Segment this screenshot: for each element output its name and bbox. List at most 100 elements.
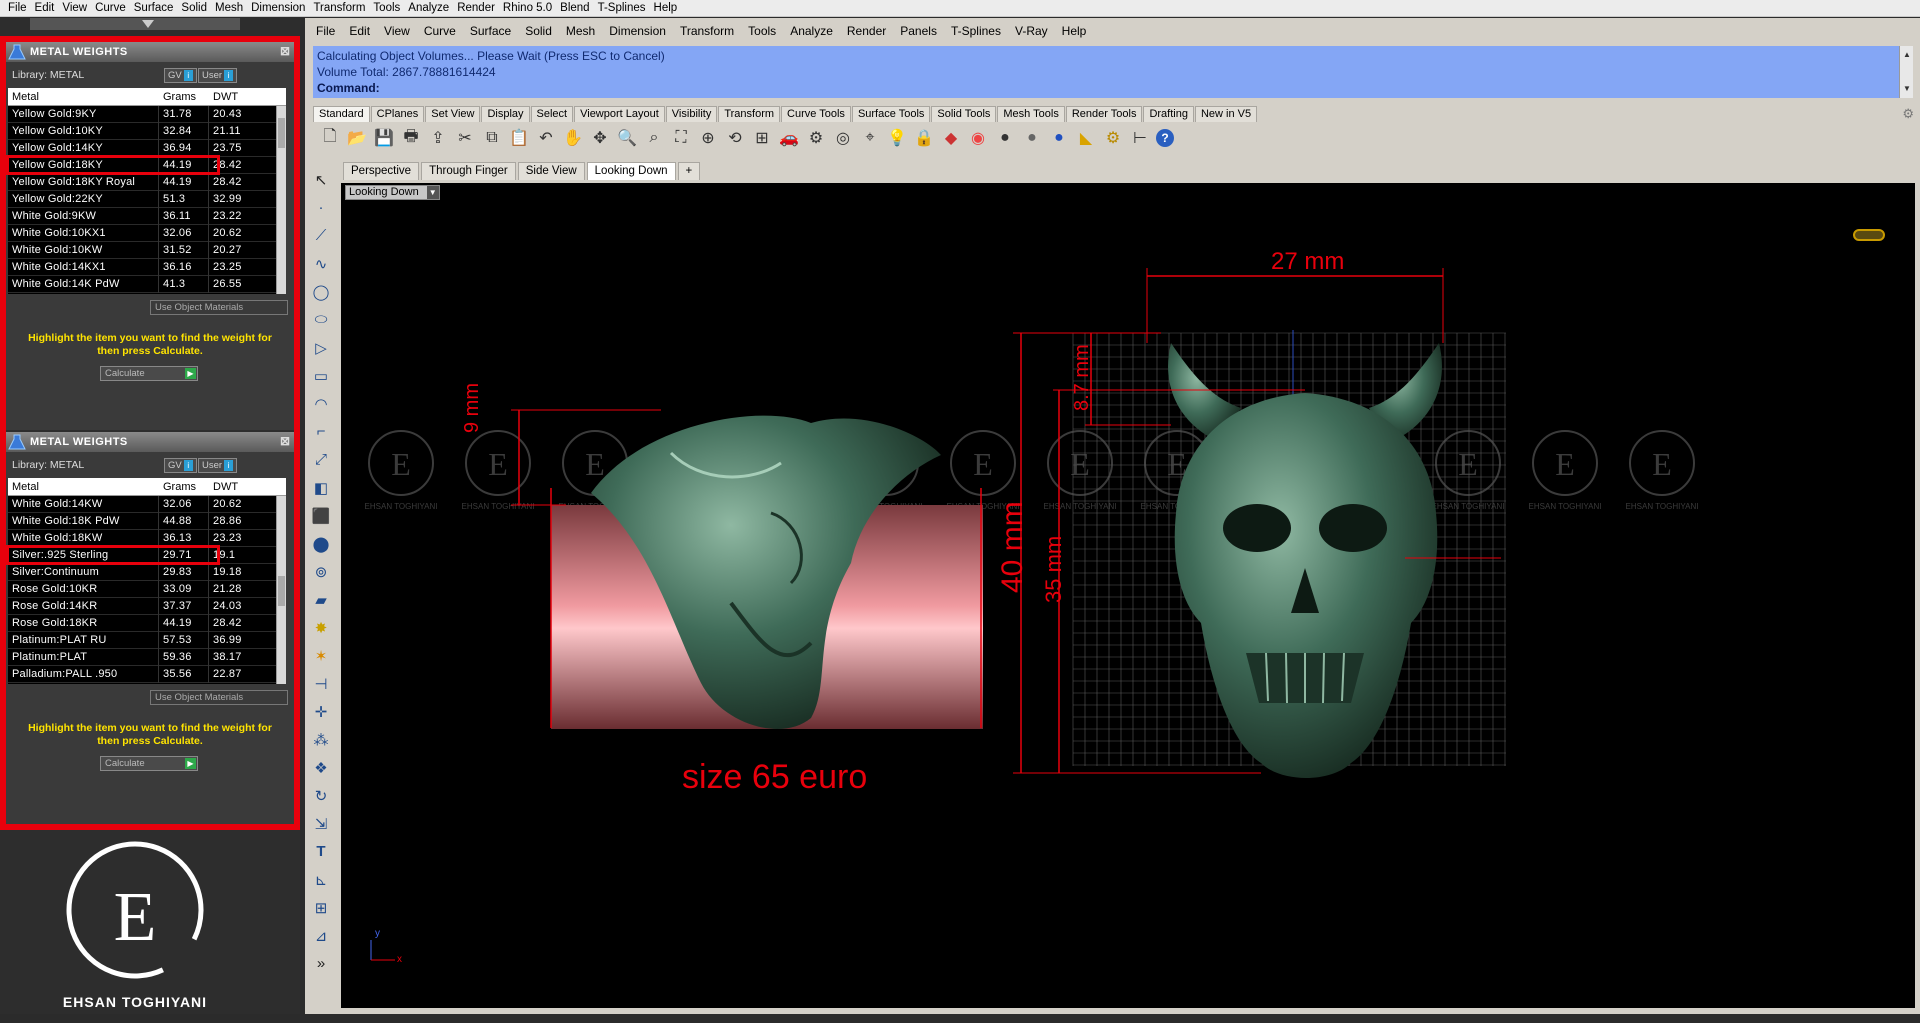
gv-button[interactable]: GV i	[164, 458, 197, 473]
table-row[interactable]: White Gold:14KX1 36.16 23.25	[8, 258, 286, 276]
gv-button[interactable]: GV i	[164, 68, 197, 83]
add-viewport-icon[interactable]: +	[677, 162, 701, 180]
toolbar-tab[interactable]: Select	[530, 106, 574, 122]
calculate-button[interactable]: Calculate ▶	[100, 366, 198, 381]
app-menu-item[interactable]: Analyze	[404, 2, 453, 14]
app-menu-item[interactable]: Render	[453, 2, 499, 14]
viewport-tab[interactable]: Looking Down	[586, 162, 676, 180]
table-row[interactable]: Yellow Gold:9KY 31.78 20.43	[8, 105, 286, 123]
light-bulb-icon[interactable]: 💡	[886, 127, 908, 149]
toolbar-tab[interactable]: Mesh Tools	[997, 106, 1065, 122]
scroll-up-icon[interactable]: ▲	[1903, 50, 1911, 59]
grid-snap-icon[interactable]: ⊞	[309, 896, 333, 919]
copy-icon[interactable]: ⧉	[481, 127, 503, 149]
new-file-icon[interactable]: 🗋	[319, 127, 341, 149]
toolbar-tab[interactable]: Standard	[313, 106, 370, 122]
table-row[interactable]: Platinum:PLAT 59.36 38.17	[8, 648, 286, 666]
viewport-tab[interactable]: Through Finger	[421, 162, 516, 180]
command-prompt[interactable]: Command:	[317, 80, 1895, 96]
toolbar-tab[interactable]: Solid Tools	[931, 106, 997, 122]
app-menu-item[interactable]: Solid	[177, 2, 211, 14]
close-icon[interactable]: ⊠	[280, 434, 290, 448]
rhino-menu-item[interactable]: V-Ray	[1008, 24, 1055, 38]
toolbar-tab[interactable]: CPlanes	[370, 106, 425, 122]
help-icon[interactable]: ?	[1156, 129, 1174, 147]
column-header[interactable]: Metal	[8, 91, 159, 103]
boolean-icon[interactable]: ✸	[309, 616, 333, 639]
undo-icon[interactable]: ↶	[535, 127, 557, 149]
toolbar-tab[interactable]: Drafting	[1143, 106, 1194, 122]
command-scrollbar[interactable]: ▲ ▼	[1899, 46, 1913, 98]
rotate-icon[interactable]: ↻	[309, 784, 333, 807]
app-menu-item[interactable]: Tools	[369, 2, 404, 14]
table-row[interactable]: White Gold:10KW 31.52 20.27	[8, 241, 286, 259]
rhino-menu-item[interactable]: Mesh	[559, 24, 602, 38]
zoom-extents-icon[interactable]: ⛶	[670, 127, 692, 149]
sidebar-slider-track[interactable]	[30, 18, 240, 30]
rhino-menu-item[interactable]: View	[377, 24, 417, 38]
panel-title-bar[interactable]: METAL WEIGHTS ⊠	[6, 432, 294, 452]
move-icon[interactable]: ✛	[309, 700, 333, 723]
column-header[interactable]: Grams	[159, 481, 209, 493]
dimension-icon[interactable]: ⊢	[1129, 127, 1151, 149]
transform-icon[interactable]: ⤢	[309, 448, 333, 471]
snap-icon[interactable]: ⌖	[859, 127, 881, 149]
car-icon[interactable]: 🚗	[778, 127, 800, 149]
table-row[interactable]: White Gold:10KX1 32.06 20.62	[8, 224, 286, 242]
table-row[interactable]: Palladium:PALL .950 35.56 22.87	[8, 665, 286, 683]
rhino-menu-item[interactable]: Surface	[463, 24, 518, 38]
more-tools-icon[interactable]: »	[309, 952, 333, 975]
analyze-icon[interactable]: ⊿	[309, 924, 333, 947]
surface-icon[interactable]: ◧	[309, 476, 333, 499]
point-icon[interactable]: ·	[309, 196, 333, 219]
pan-hand-icon[interactable]: ✋	[562, 127, 584, 149]
table-row[interactable]: Rose Gold:10KR 33.09 21.28	[8, 580, 286, 598]
rhino-menu-item[interactable]: Dimension	[602, 24, 673, 38]
use-object-materials-button[interactable]: Use Object Materials	[150, 300, 288, 315]
toolbar-tab[interactable]: Render Tools	[1065, 106, 1143, 122]
color-wheel-icon[interactable]: ◉	[967, 127, 989, 149]
toolbar-tab[interactable]: Viewport Layout	[574, 106, 665, 122]
navigation-widget-icon[interactable]	[1853, 229, 1885, 241]
table-row[interactable]: Platinum:PLAT RU 57.53 36.99	[8, 631, 286, 649]
curve-icon[interactable]: ∿	[309, 252, 333, 275]
text-icon[interactable]: T	[309, 840, 333, 863]
app-menu-item[interactable]: Mesh	[211, 2, 247, 14]
four-viewports-icon[interactable]: ⊞	[751, 127, 773, 149]
table-row[interactable]: White Gold:18K PdW 44.88 28.86	[8, 512, 286, 530]
rhino-menu-item[interactable]: File	[309, 24, 342, 38]
viewport-tab[interactable]: Perspective	[343, 162, 420, 180]
rhino-menu-item[interactable]: Solid	[518, 24, 559, 38]
group-icon[interactable]: ❖	[309, 756, 333, 779]
table-row[interactable]: Yellow Gold:22KY 51.3 32.99	[8, 190, 286, 208]
dimension-tool-icon[interactable]: ⊾	[309, 868, 333, 891]
table-row[interactable]: White Gold:14KW 32.06 20.62	[8, 495, 286, 513]
panel-title-bar[interactable]: METAL WEIGHTS ⊠	[6, 42, 294, 62]
select-arrow-icon[interactable]: ↖	[309, 168, 333, 191]
scale-icon[interactable]: ⇲	[309, 812, 333, 835]
trim-icon[interactable]: ⊣	[309, 672, 333, 695]
user-button[interactable]: User i	[198, 68, 238, 83]
rhino-menu-item[interactable]: Transform	[673, 24, 741, 38]
array-icon[interactable]: ⁂	[309, 728, 333, 751]
calculate-button[interactable]: Calculate ▶	[100, 756, 198, 771]
column-header[interactable]: DWT	[209, 481, 279, 493]
app-menu-item[interactable]: Edit	[31, 2, 59, 14]
viewport-looking-down[interactable]: Looking Down ▼ E EHSAN TOGHIYANI E EHSAN TO…	[341, 183, 1915, 1008]
rectangle-icon[interactable]: ▭	[309, 364, 333, 387]
table-scrollbar[interactable]	[276, 496, 286, 684]
rhino-menu-item[interactable]: Curve	[417, 24, 463, 38]
table-row[interactable]: Yellow Gold:10KY 32.84 21.11	[8, 122, 286, 140]
arc-icon[interactable]: ◠	[309, 392, 333, 415]
user-button[interactable]: User i	[198, 458, 238, 473]
toolbar-tab[interactable]: Set View	[425, 106, 481, 122]
app-menu-item[interactable]: Help	[650, 2, 682, 14]
close-icon[interactable]: ⊠	[280, 44, 290, 58]
rhino-menu-item[interactable]: Render	[840, 24, 893, 38]
column-header[interactable]: Metal	[8, 481, 159, 493]
slider-handle-icon[interactable]	[142, 20, 154, 28]
scroll-down-icon[interactable]: ▼	[1903, 84, 1911, 93]
select-filter-icon[interactable]: ◣	[1075, 127, 1097, 149]
open-file-icon[interactable]: 📂	[346, 127, 368, 149]
zoom-selected-icon[interactable]: ⊕	[697, 127, 719, 149]
